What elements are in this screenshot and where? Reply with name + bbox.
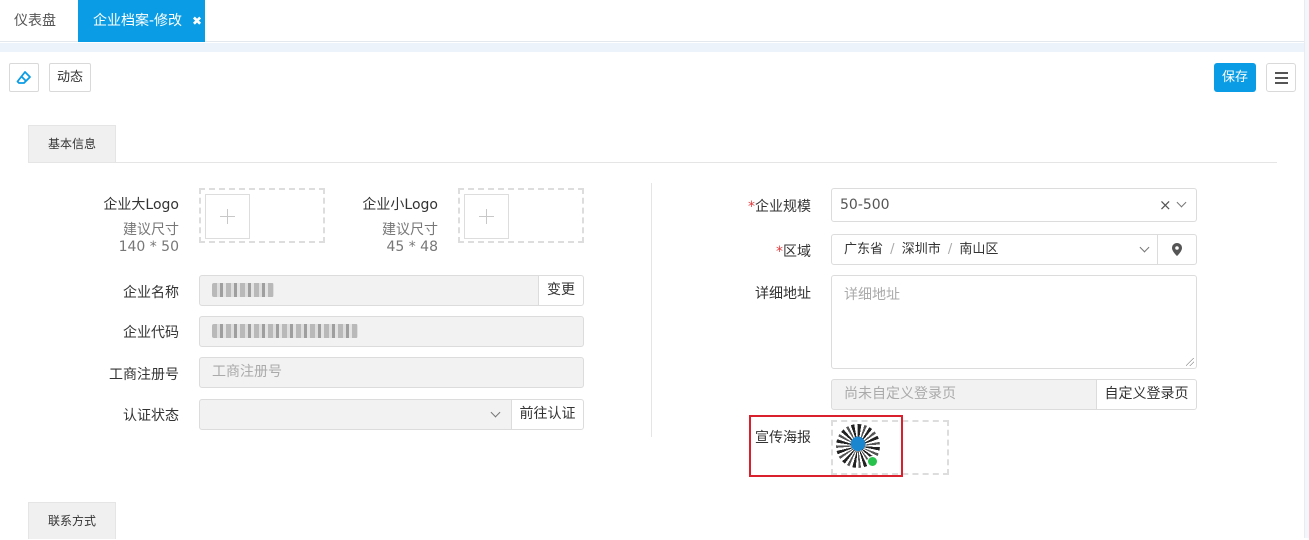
tab-dashboard[interactable]: 仪表盘: [14, 0, 56, 42]
section-tab-contact[interactable]: 联系方式: [28, 502, 116, 539]
tab-bar: 仪表盘 企业档案-修改 ✖: [0, 0, 1309, 42]
highlight-box: [749, 415, 903, 477]
header-strip: [0, 43, 1304, 52]
eraser-icon: [16, 71, 31, 84]
company-name-label: 企业名称: [123, 285, 179, 301]
map-marker-icon: [1172, 243, 1182, 256]
login-page-input[interactable]: 尚未自定义登录页: [831, 379, 1097, 410]
small-logo-size: 45 * 48: [386, 239, 438, 255]
big-logo-upload[interactable]: [199, 188, 325, 243]
redacted-text: [212, 283, 274, 297]
address-label: 详细地址: [755, 286, 811, 302]
business-reg-input[interactable]: 工商注册号: [199, 357, 584, 388]
menu-icon: [1275, 72, 1288, 74]
big-logo-hint: 建议尺寸: [123, 222, 179, 238]
save-button[interactable]: 保存: [1214, 63, 1256, 92]
column-divider: [651, 183, 652, 437]
small-logo-hint: 建议尺寸: [382, 222, 438, 238]
business-reg-label: 工商注册号: [109, 367, 179, 383]
plus-icon: [205, 194, 250, 239]
clear-icon[interactable]: ×: [1159, 189, 1172, 221]
go-certify-button[interactable]: 前往认证: [511, 399, 584, 430]
address-textarea[interactable]: 详细地址: [831, 275, 1197, 369]
cert-status-select[interactable]: [199, 399, 512, 430]
big-logo-label: 企业大Logo: [103, 197, 179, 213]
change-button[interactable]: 变更: [538, 275, 584, 306]
company-name-input[interactable]: [199, 275, 539, 306]
chevron-down-icon: [490, 407, 501, 418]
small-logo-upload[interactable]: [458, 188, 584, 243]
eraser-button[interactable]: [9, 63, 39, 92]
region-cascader[interactable]: 广东省 / 深圳市 / 南山区: [831, 234, 1158, 265]
chevron-down-icon: [1176, 197, 1187, 208]
company-scale-label: *企业规模: [748, 199, 811, 215]
location-button[interactable]: [1157, 234, 1197, 265]
dynamic-button[interactable]: 动态: [49, 63, 91, 92]
menu-button[interactable]: [1266, 63, 1296, 92]
section-divider: [28, 162, 1277, 163]
custom-login-button[interactable]: 自定义登录页: [1096, 379, 1197, 410]
company-code-input[interactable]: [199, 316, 584, 347]
cert-status-label: 认证状态: [123, 408, 179, 424]
company-code-label: 企业代码: [123, 325, 179, 341]
small-logo-label: 企业小Logo: [362, 197, 438, 213]
section-tab-basic-info[interactable]: 基本信息: [28, 125, 116, 162]
plus-icon: [464, 194, 509, 239]
close-icon[interactable]: ✖: [192, 0, 202, 42]
region-label: *区域: [776, 244, 811, 260]
redacted-text: [212, 324, 358, 338]
company-scale-select[interactable]: 50-500 ×: [831, 188, 1197, 222]
chevron-down-icon: [1139, 242, 1150, 253]
tab-company-profile-edit[interactable]: 企业档案-修改 ✖: [78, 0, 205, 42]
resize-handle[interactable]: [1186, 358, 1194, 366]
scrollbar[interactable]: [1304, 0, 1309, 538]
tab-label: 企业档案-修改: [93, 13, 183, 29]
big-logo-size: 140 * 50: [118, 239, 179, 255]
